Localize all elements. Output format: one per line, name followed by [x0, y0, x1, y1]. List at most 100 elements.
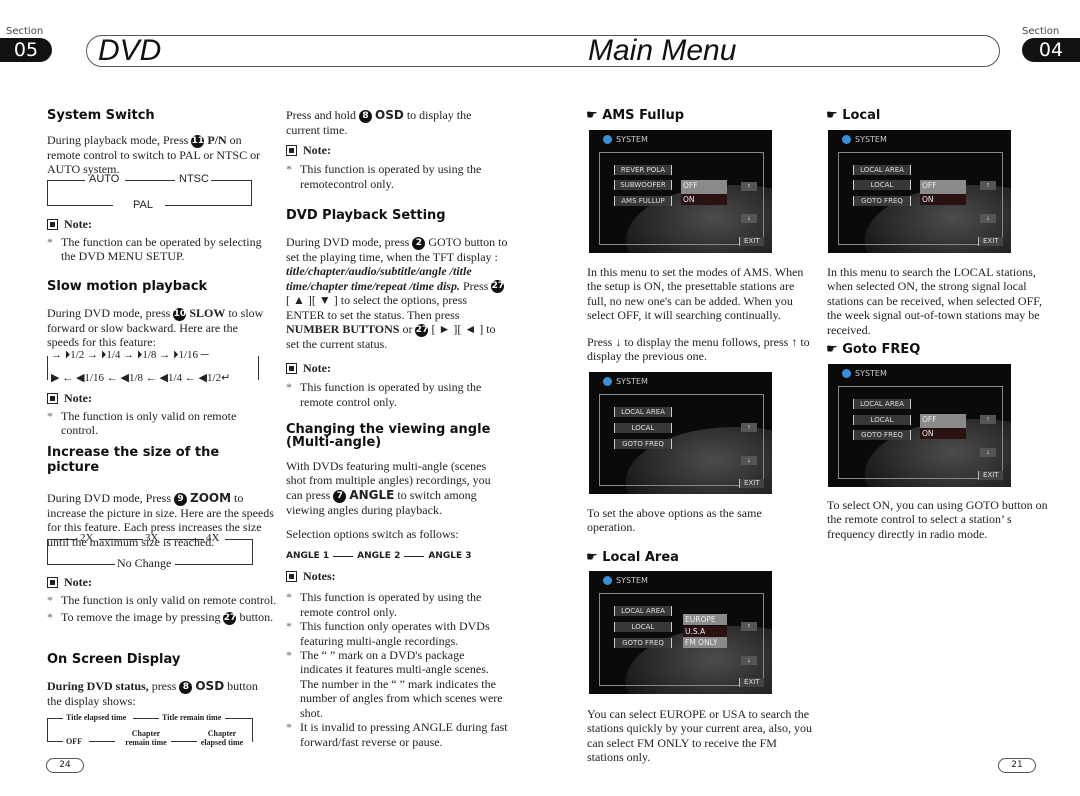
note-label: Note:	[64, 575, 92, 589]
section-label-right: Section	[1022, 26, 1060, 37]
section-number-right: 04	[1022, 38, 1080, 62]
flow-angle-2: ANGLE 2	[357, 551, 401, 562]
down-arrow-button[interactable]: ↓	[741, 214, 757, 223]
down-arrow-button[interactable]: ↓	[741, 656, 757, 665]
exit-button[interactable]: EXIT	[739, 237, 764, 246]
down-arrow-button[interactable]: ↓	[741, 456, 757, 465]
menu-item-goto-freq[interactable]: GOTO FREQ	[853, 196, 911, 206]
section-number-left: 05	[0, 38, 52, 62]
option-on[interactable]: ON	[920, 194, 966, 205]
up-arrow-button[interactable]: ↑	[741, 182, 757, 191]
option-off[interactable]: OFF	[920, 180, 966, 194]
text: [ ▲ ][ ▼ ] to select the options, press …	[286, 293, 468, 322]
menu-item-local-area[interactable]: LOCAL AREA	[614, 407, 672, 417]
ams-heading-row: ☛ AMS Fullup	[586, 108, 684, 123]
local-heading: Local	[842, 108, 881, 123]
note-icon	[286, 363, 297, 375]
text-bold: NUMBER BUTTONS	[286, 322, 400, 337]
menu-item-local-area[interactable]: LOCAL AREA	[853, 165, 911, 175]
screen-title: SYSTEM	[855, 369, 887, 378]
menu-item-local-area[interactable]: LOCAL AREA	[853, 399, 911, 409]
menu-item-local[interactable]: LOCAL	[853, 415, 911, 425]
note-text: This function is operated by using the r…	[300, 590, 482, 619]
pointer-icon: ☛	[826, 342, 838, 357]
exit-button[interactable]: EXIT	[739, 678, 764, 687]
note-text: button.	[239, 610, 274, 625]
option-off[interactable]: OFF	[920, 414, 966, 428]
osd-heading: On Screen Display	[47, 652, 181, 667]
flow-no-change: No Change	[117, 556, 172, 570]
option-europe[interactable]: EUROPE	[683, 614, 727, 625]
button-number-icon: 27	[415, 323, 429, 337]
option-fm-only[interactable]: FM ONLY	[683, 637, 727, 648]
exit-button[interactable]: EXIT	[978, 471, 1003, 480]
note-icon	[47, 393, 58, 404]
down-arrow-button[interactable]: ↓	[980, 448, 996, 457]
menu-item-subwoofer[interactable]: SUBWOOFER	[614, 180, 672, 190]
menu-item-goto-freq[interactable]: GOTO FREQ	[853, 430, 911, 440]
button-number-icon: 2	[412, 236, 426, 250]
section-label-left: Section	[6, 26, 44, 37]
menu-item-ams-fullup[interactable]: AMS FULLUP	[614, 196, 672, 206]
note-text: This function is operated by using the r…	[300, 162, 482, 191]
text: press	[151, 679, 177, 693]
system-icon	[603, 377, 612, 386]
option-on[interactable]: ON	[681, 194, 727, 205]
osd-hold-text: Press and hold 8 OSD to display the curr…	[286, 108, 508, 137]
button-name: P/N	[207, 133, 227, 147]
option-off[interactable]: OFF	[681, 180, 727, 194]
down-arrow-button[interactable]: ↓	[980, 214, 996, 223]
note-label: Note:	[303, 143, 331, 158]
page-number-right: 21	[998, 758, 1036, 773]
up-arrow-button[interactable]: ↑	[741, 423, 757, 432]
note-label: Note:	[64, 217, 92, 231]
text: to display the menu follows, press	[624, 334, 789, 349]
note-text: To remove the image by pressing	[61, 610, 221, 625]
menu-item-local-area[interactable]: LOCAL AREA	[614, 606, 672, 616]
title-bar	[86, 35, 1000, 67]
playback-heading: DVD Playback Setting	[286, 207, 446, 223]
exit-button[interactable]: EXIT	[739, 479, 764, 488]
option-usa[interactable]: U.S.A	[683, 626, 727, 637]
slow-motion-note: Note: * The function is only valid on rem…	[47, 391, 269, 438]
backward-speeds: ▶ ← ◀1/16 ← ◀1/8 ← ◀1/4 ← ◀1/2↵	[51, 372, 231, 384]
flow-2x: 2X	[80, 532, 94, 544]
up-arrow-button[interactable]: ↑	[980, 181, 996, 190]
local-screen: SYSTEM LOCAL AREA LOCAL GOTO FREQ OFF ON…	[828, 130, 1011, 253]
menu-item-local[interactable]: LOCAL	[614, 423, 672, 433]
pointer-icon: ☛	[586, 550, 598, 565]
system-switch-note: Note: * The function can be operated by s…	[47, 217, 269, 264]
goto-freq-heading: Goto FREQ	[842, 342, 921, 357]
flow-auto: AUTO	[89, 173, 120, 185]
screen-title: SYSTEM	[616, 135, 648, 144]
osd-section: On Screen Display During DVD status, pre…	[47, 652, 275, 708]
system-icon	[842, 135, 851, 144]
goto-heading-row: ☛ Goto FREQ	[826, 342, 920, 357]
system-switch-heading: System Switch	[47, 108, 155, 123]
menu-item-goto-freq[interactable]: GOTO FREQ	[614, 638, 672, 648]
note-icon	[286, 571, 297, 583]
option-on[interactable]: ON	[920, 428, 966, 439]
flow-chapter-elapsed: Chapter elapsed time	[200, 729, 244, 747]
text: During DVD mode, press	[286, 234, 410, 249]
slow-motion-flow: → ⏵1/2 → ⏵1/4 → ⏵1/8 → ⏵1/16 ─ ▶ ← ◀1/16…	[47, 349, 259, 385]
exit-button[interactable]: EXIT	[978, 237, 1003, 246]
up-arrow-button[interactable]: ↑	[980, 415, 996, 424]
angle-heading: Changing the viewing angle (Multi-angle)	[286, 422, 491, 451]
system-switch-section: System Switch During playback mode, Pres…	[47, 108, 269, 177]
menu-item-rever-pola[interactable]: REVER POLA	[614, 165, 672, 175]
local-area-heading: Local Area	[602, 550, 679, 565]
menu-item-local[interactable]: LOCAL	[853, 180, 911, 190]
page-title-left: DVD	[98, 34, 162, 67]
local-desc: In this menu to search the LOCAL station…	[827, 265, 1042, 337]
button-number-icon: 7	[333, 489, 347, 503]
flow-off: OFF	[66, 737, 82, 746]
angle-flow: ANGLE 1 ANGLE 2 ANGLE 3	[286, 551, 508, 561]
menu-item-goto-freq[interactable]: GOTO FREQ	[614, 439, 672, 449]
up-arrow-icon: ↑	[791, 334, 798, 349]
column-2: Press and hold 8 OSD to display the curr…	[286, 108, 508, 749]
local-area-desc: You can select EUROPE or USA to search t…	[587, 707, 812, 765]
text: Press	[587, 334, 613, 349]
menu-item-local[interactable]: LOCAL	[614, 622, 672, 632]
up-arrow-button[interactable]: ↑	[741, 622, 757, 631]
